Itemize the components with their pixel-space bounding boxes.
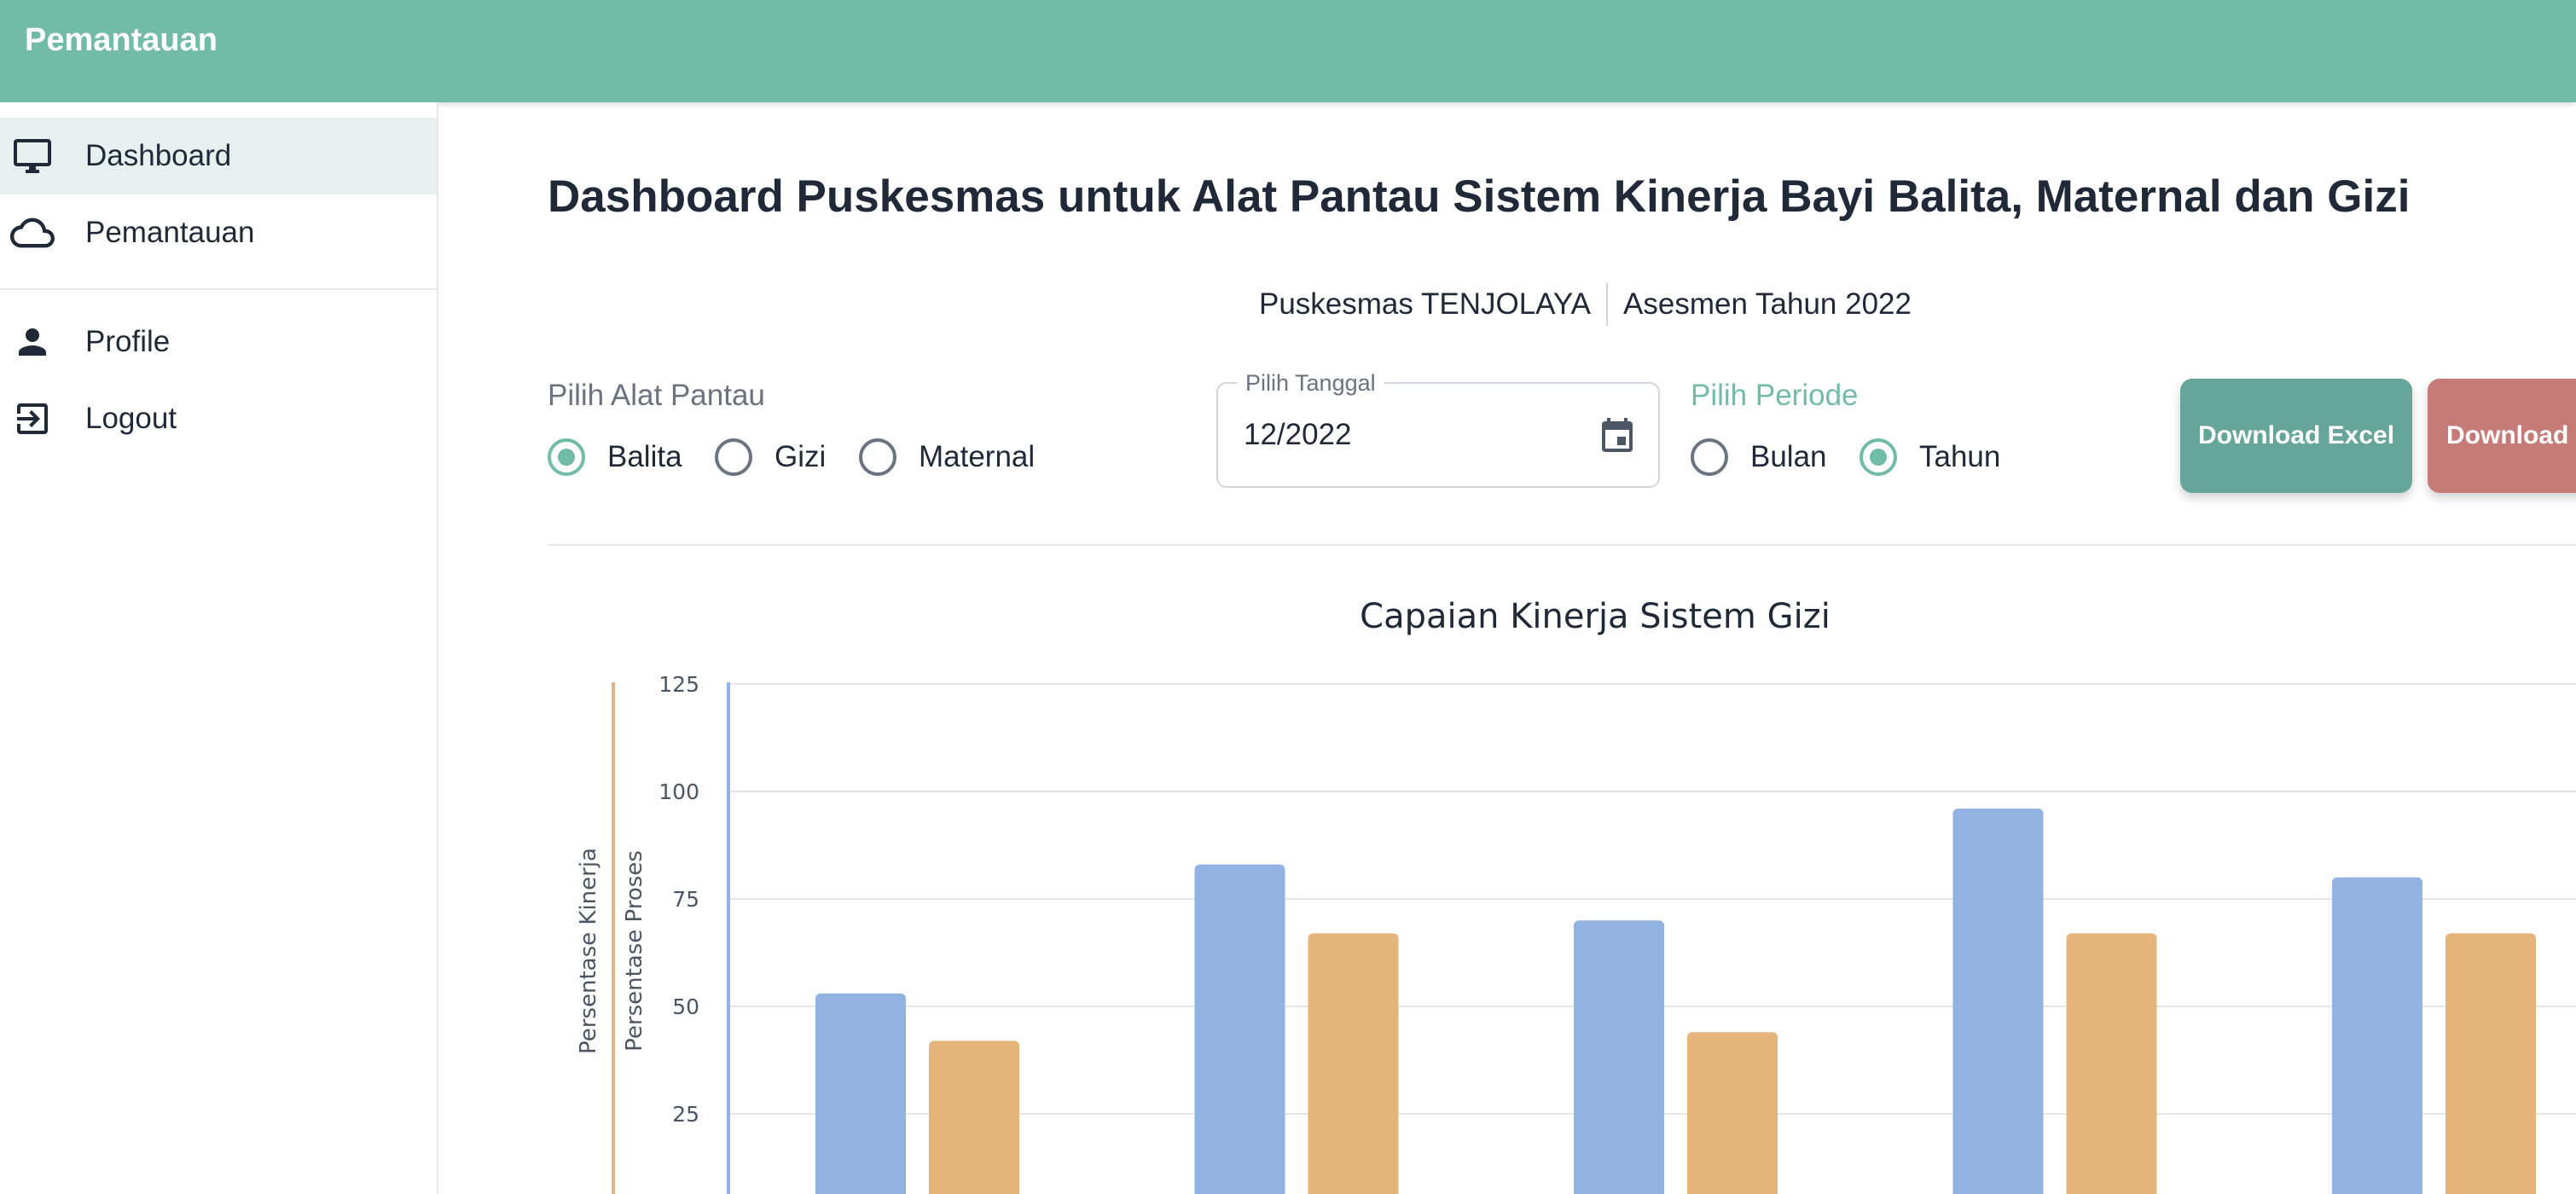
sidebar-item-label: Pemantauan [85, 216, 255, 249]
y-axis-ticks: 25 50 75 100 125 [659, 672, 699, 1127]
bar-proses[interactable] [2066, 933, 2157, 1194]
y-tick-label: 75 [672, 887, 699, 912]
bar-proses[interactable] [1308, 933, 1399, 1194]
calendar-icon[interactable] [1597, 414, 1638, 459]
y-tick-label: 125 [659, 672, 699, 697]
periode-label: Pilih Periode [1691, 379, 1859, 412]
monitor-icon [10, 134, 55, 178]
chart-title: Capaian Kinerja Sistem Gizi [1360, 597, 1830, 636]
radio-gizi[interactable]: Gizi [715, 438, 826, 476]
bar-kinerja[interactable] [815, 993, 906, 1194]
logout-icon [10, 397, 55, 441]
asesmen-year: Asesmen Tahun 2022 [1623, 287, 1912, 321]
person-icon [10, 320, 55, 364]
radio-balita[interactable]: Balita [548, 438, 682, 476]
app-title: Pemantauan [25, 22, 218, 58]
sidebar-divider [0, 288, 437, 290]
date-value[interactable]: 12/2022 [1244, 418, 1352, 452]
section-divider [548, 544, 2576, 546]
radio-label: Maternal [919, 440, 1036, 473]
puskesmas-name: Puskesmas TENJOLAYA [1259, 287, 1592, 321]
radio-checked-icon [1859, 438, 1897, 476]
chart-bars [815, 809, 2536, 1194]
sidebar-item-pemantauan[interactable]: Pemantauan [0, 194, 437, 271]
alat-pantau-label: Pilih Alat Pantau [548, 379, 765, 412]
page-title: Dashboard Puskesmas untuk Alat Pantau Si… [548, 171, 2411, 222]
sidebar-item-label: Logout [85, 402, 177, 435]
assessment-info: Puskesmas TENJOLAYA Asesmen Tahun 2022 [1259, 283, 1912, 326]
radio-label: Gizi [775, 440, 827, 473]
sidebar-item-dashboard[interactable]: Dashboard [0, 118, 437, 194]
radio-label: Balita [607, 440, 682, 473]
y-tick-label: 50 [672, 994, 699, 1019]
sidebar-item-label: Profile [85, 325, 171, 358]
radio-unchecked-icon [1691, 438, 1728, 476]
y-axis-label-kinerja: Persentase Kinerja [576, 848, 601, 1054]
y-tick-label: 100 [659, 780, 699, 804]
bar-kinerja[interactable] [1574, 920, 1664, 1194]
date-picker-field[interactable]: Pilih Tanggal 12/2022 [1216, 370, 1660, 488]
bar-kinerja[interactable] [1952, 809, 2044, 1194]
bar-proses[interactable] [1687, 1032, 1778, 1194]
bar-chart: Capaian Kinerja Sistem Gizi Persentase K… [576, 597, 2576, 1194]
sidebar-item-logout[interactable]: Logout [0, 380, 437, 457]
sidebar-item-profile[interactable]: Profile [0, 304, 437, 380]
radio-label: Tahun [1919, 440, 2001, 473]
bar-proses[interactable] [929, 1040, 1019, 1194]
download-pdf-button[interactable]: Download PDF [2428, 379, 2576, 493]
bar-kinerja[interactable] [1194, 864, 1285, 1194]
download-excel-button[interactable]: Download Excel [2180, 379, 2412, 493]
radio-checked-icon [548, 438, 585, 476]
sidebar-item-label: Dashboard [85, 139, 232, 172]
radio-maternal[interactable]: Maternal [859, 438, 1035, 476]
bar-kinerja[interactable] [2332, 877, 2422, 1194]
info-separator [1606, 283, 1609, 326]
cloud-icon [10, 211, 55, 255]
radio-tahun[interactable]: Tahun [1859, 438, 2000, 476]
y-tick-label: 25 [672, 1102, 699, 1127]
radio-label: Bulan [1750, 440, 1827, 473]
bar-proses[interactable] [2445, 933, 2536, 1194]
radio-bulan[interactable]: Bulan [1691, 438, 1827, 476]
radio-unchecked-icon [859, 438, 896, 476]
top-app-bar: Pemantauan [0, 0, 2576, 102]
date-field-label: Pilih Tanggal [1237, 370, 1384, 397]
radio-unchecked-icon [715, 438, 752, 476]
sidebar: Dashboard Pemantauan Profile Logout [0, 102, 438, 1194]
y-axis-label-proses: Persentase Proses [622, 850, 647, 1052]
